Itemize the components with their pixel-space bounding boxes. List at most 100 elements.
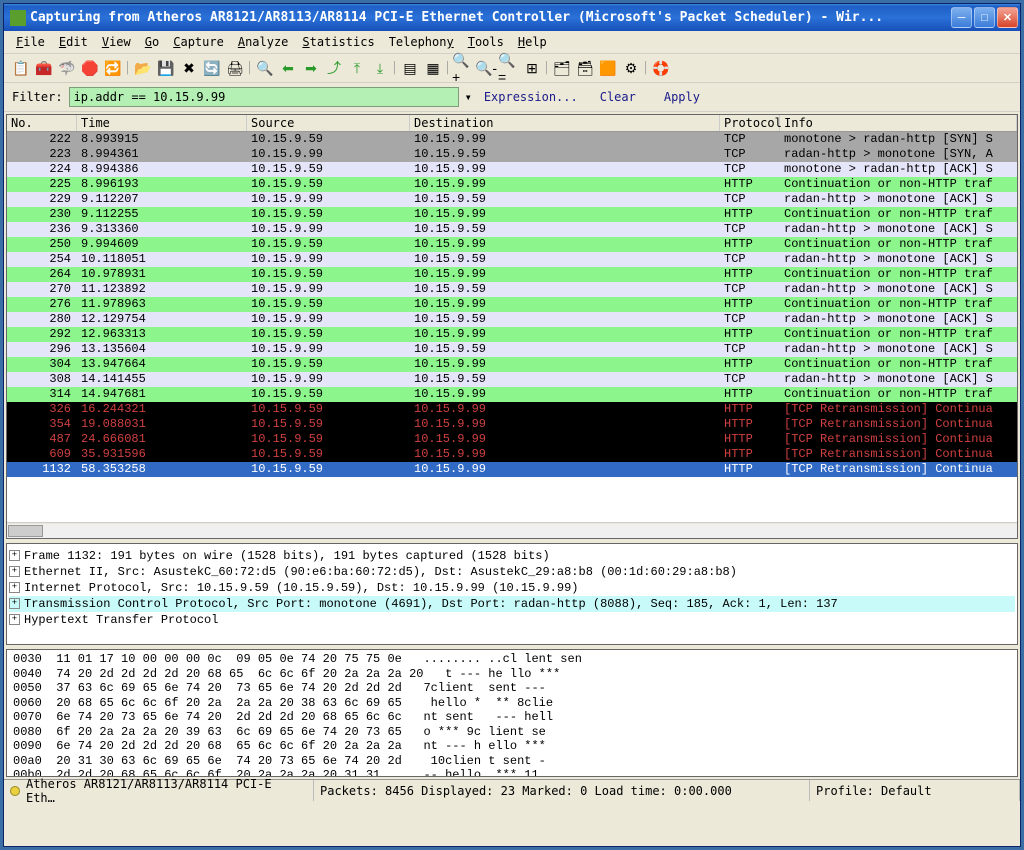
packet-row[interactable]: 30413.94766410.15.9.5910.15.9.99HTTPCont… [7,357,1017,372]
packet-row[interactable]: 30814.14145510.15.9.9910.15.9.59TCPradan… [7,372,1017,387]
close-file-icon[interactable]: ✖ [178,57,200,79]
expand-icon[interactable]: + [9,566,20,577]
menu-statistics[interactable]: Statistics [296,33,380,51]
col-protocol[interactable]: Protocol [720,115,780,132]
menu-file[interactable]: File [10,33,51,51]
status-profile[interactable]: Profile: Default [816,784,932,798]
packet-row[interactable]: 2299.11220710.15.9.9910.15.9.59TCPradan-… [7,192,1017,207]
packet-list-header[interactable]: No. Time Source Destination Protocol Inf… [7,115,1017,132]
filter-dropdown-icon[interactable]: ▾ [465,90,472,104]
packet-row[interactable]: 25410.11805110.15.9.9910.15.9.59TCPradan… [7,252,1017,267]
packet-details-pane[interactable]: +Frame 1132: 191 bytes on wire (1528 bit… [6,543,1018,645]
packet-row[interactable]: 27011.12389210.15.9.9910.15.9.59TCPradan… [7,282,1017,297]
prefs-icon[interactable]: ⚙ [620,57,642,79]
menu-telephony[interactable]: Telephony [383,33,460,51]
interfaces-icon[interactable]: 📋 [10,57,32,79]
col-source[interactable]: Source [247,115,410,132]
packet-bytes-pane[interactable]: 0030 11 01 17 10 00 00 00 0c 09 05 0e 74… [6,649,1018,777]
expand-icon[interactable]: + [9,582,20,593]
go-back-icon[interactable]: ⬅ [277,57,299,79]
menu-capture[interactable]: Capture [167,33,230,51]
expand-icon[interactable]: + [9,598,20,609]
capture-led-icon [10,786,20,796]
packet-row[interactable]: 29613.13560410.15.9.9910.15.9.59TCPradan… [7,342,1017,357]
window-title: Capturing from Atheros AR8121/AR8113/AR8… [30,10,951,25]
menu-view[interactable]: View [96,33,137,51]
col-info[interactable]: Info [780,115,1017,132]
tree-row[interactable]: +Transmission Control Protocol, Src Port… [9,596,1015,612]
clear-button[interactable]: Clear [600,90,636,104]
h-scrollbar[interactable] [7,522,1017,538]
coloring-rules-icon[interactable]: 🟧 [597,57,619,79]
packet-row[interactable]: 28012.12975410.15.9.9910.15.9.59TCPradan… [7,312,1017,327]
find-icon[interactable]: 🔍 [254,57,276,79]
status-bar: Atheros AR8121/AR8113/AR8114 PCI-E Eth… … [4,779,1020,801]
open-icon[interactable]: 📂 [132,57,154,79]
apply-button[interactable]: Apply [664,90,700,104]
tree-row[interactable]: +Ethernet II, Src: AsustekC_60:72:d5 (90… [9,564,1015,580]
packet-row[interactable]: 2258.99619310.15.9.5910.15.9.99HTTPConti… [7,177,1017,192]
packet-row[interactable]: 2369.31336010.15.9.9910.15.9.59TCPradan-… [7,222,1017,237]
go-to-icon[interactable]: ⤴ [323,57,345,79]
expand-icon[interactable]: + [9,614,20,625]
filter-toolbar: Filter: ▾ Expression... Clear Apply [4,83,1020,112]
stop-capture-icon[interactable]: 🛑 [79,57,101,79]
go-forward-icon[interactable]: ➡ [300,57,322,79]
packet-list-pane: No. Time Source Destination Protocol Inf… [6,114,1018,539]
packet-row[interactable]: 26410.97893110.15.9.5910.15.9.99HTTPCont… [7,267,1017,282]
zoom-in-icon[interactable]: 🔍+ [452,57,474,79]
packet-rows: 2228.99391510.15.9.5910.15.9.99TCPmonoto… [7,132,1017,477]
packet-row[interactable]: 29212.96331310.15.9.5910.15.9.99HTTPCont… [7,327,1017,342]
print-icon[interactable]: 🖨 [224,57,246,79]
expression-button[interactable]: Expression... [484,90,578,104]
filter-input[interactable] [69,87,459,107]
expand-icon[interactable]: + [9,550,20,561]
packet-row[interactable]: 35419.08803110.15.9.5910.15.9.99HTTP[TCP… [7,417,1017,432]
packet-row[interactable]: 27611.97896310.15.9.5910.15.9.99HTTPCont… [7,297,1017,312]
menu-analyze[interactable]: Analyze [232,33,295,51]
help-icon[interactable]: 🛟 [650,57,672,79]
menu-tools[interactable]: Tools [462,33,510,51]
colorize-icon[interactable]: ▤ [399,57,421,79]
display-filters-icon[interactable]: 🗃 [574,57,596,79]
zoom-out-icon[interactable]: 🔍- [475,57,497,79]
packet-row[interactable]: 2509.99460910.15.9.5910.15.9.99HTTPConti… [7,237,1017,252]
maximize-button[interactable]: □ [974,7,995,28]
zoom-100-icon[interactable]: 🔍= [498,57,520,79]
save-icon[interactable]: 💾 [155,57,177,79]
reload-icon[interactable]: 🔄 [201,57,223,79]
capture-filters-icon[interactable]: 🗂 [551,57,573,79]
packet-row[interactable]: 32616.24432110.15.9.5910.15.9.99HTTP[TCP… [7,402,1017,417]
resize-columns-icon[interactable]: ⊞ [521,57,543,79]
menu-go[interactable]: Go [139,33,165,51]
close-button[interactable]: ✕ [997,7,1018,28]
menu-help[interactable]: Help [512,33,553,51]
tree-row[interactable]: +Frame 1132: 191 bytes on wire (1528 bit… [9,548,1015,564]
col-no[interactable]: No. [7,115,77,132]
tree-row[interactable]: +Internet Protocol, Src: 10.15.9.59 (10.… [9,580,1015,596]
col-time[interactable]: Time [77,115,247,132]
menu-edit[interactable]: Edit [53,33,94,51]
packet-row[interactable]: 2309.11225510.15.9.5910.15.9.99HTTPConti… [7,207,1017,222]
packet-row[interactable]: 60935.93159610.15.9.5910.15.9.99HTTP[TCP… [7,447,1017,462]
packet-list-blank [7,477,1017,522]
filter-label: Filter: [12,90,63,104]
packet-row[interactable]: 2238.99436110.15.9.9910.15.9.59TCPradan-… [7,147,1017,162]
go-first-icon[interactable]: ⤒ [346,57,368,79]
options-icon[interactable]: 🧰 [33,57,55,79]
tree-row[interactable]: +Hypertext Transfer Protocol [9,612,1015,628]
start-capture-icon[interactable]: 🦈 [56,57,78,79]
wireshark-window: Capturing from Atheros AR8121/AR8113/AR8… [3,3,1021,847]
title-bar[interactable]: Capturing from Atheros AR8121/AR8113/AR8… [4,4,1020,31]
minimize-button[interactable]: ─ [951,7,972,28]
packet-row[interactable]: 113258.35325810.15.9.5910.15.9.99HTTP[TC… [7,462,1017,477]
packet-row[interactable]: 31414.94768110.15.9.5910.15.9.99HTTPCont… [7,387,1017,402]
auto-scroll-icon[interactable]: ▦ [422,57,444,79]
packet-row[interactable]: 2228.99391510.15.9.5910.15.9.99TCPmonoto… [7,132,1017,147]
restart-capture-icon[interactable]: 🔁 [102,57,124,79]
col-destination[interactable]: Destination [410,115,720,132]
packet-row[interactable]: 2248.99438610.15.9.5910.15.9.99TCPmonoto… [7,162,1017,177]
status-interface: Atheros AR8121/AR8113/AR8114 PCI-E Eth… [26,777,307,805]
go-last-icon[interactable]: ⤓ [369,57,391,79]
packet-row[interactable]: 48724.66608110.15.9.5910.15.9.99HTTP[TCP… [7,432,1017,447]
